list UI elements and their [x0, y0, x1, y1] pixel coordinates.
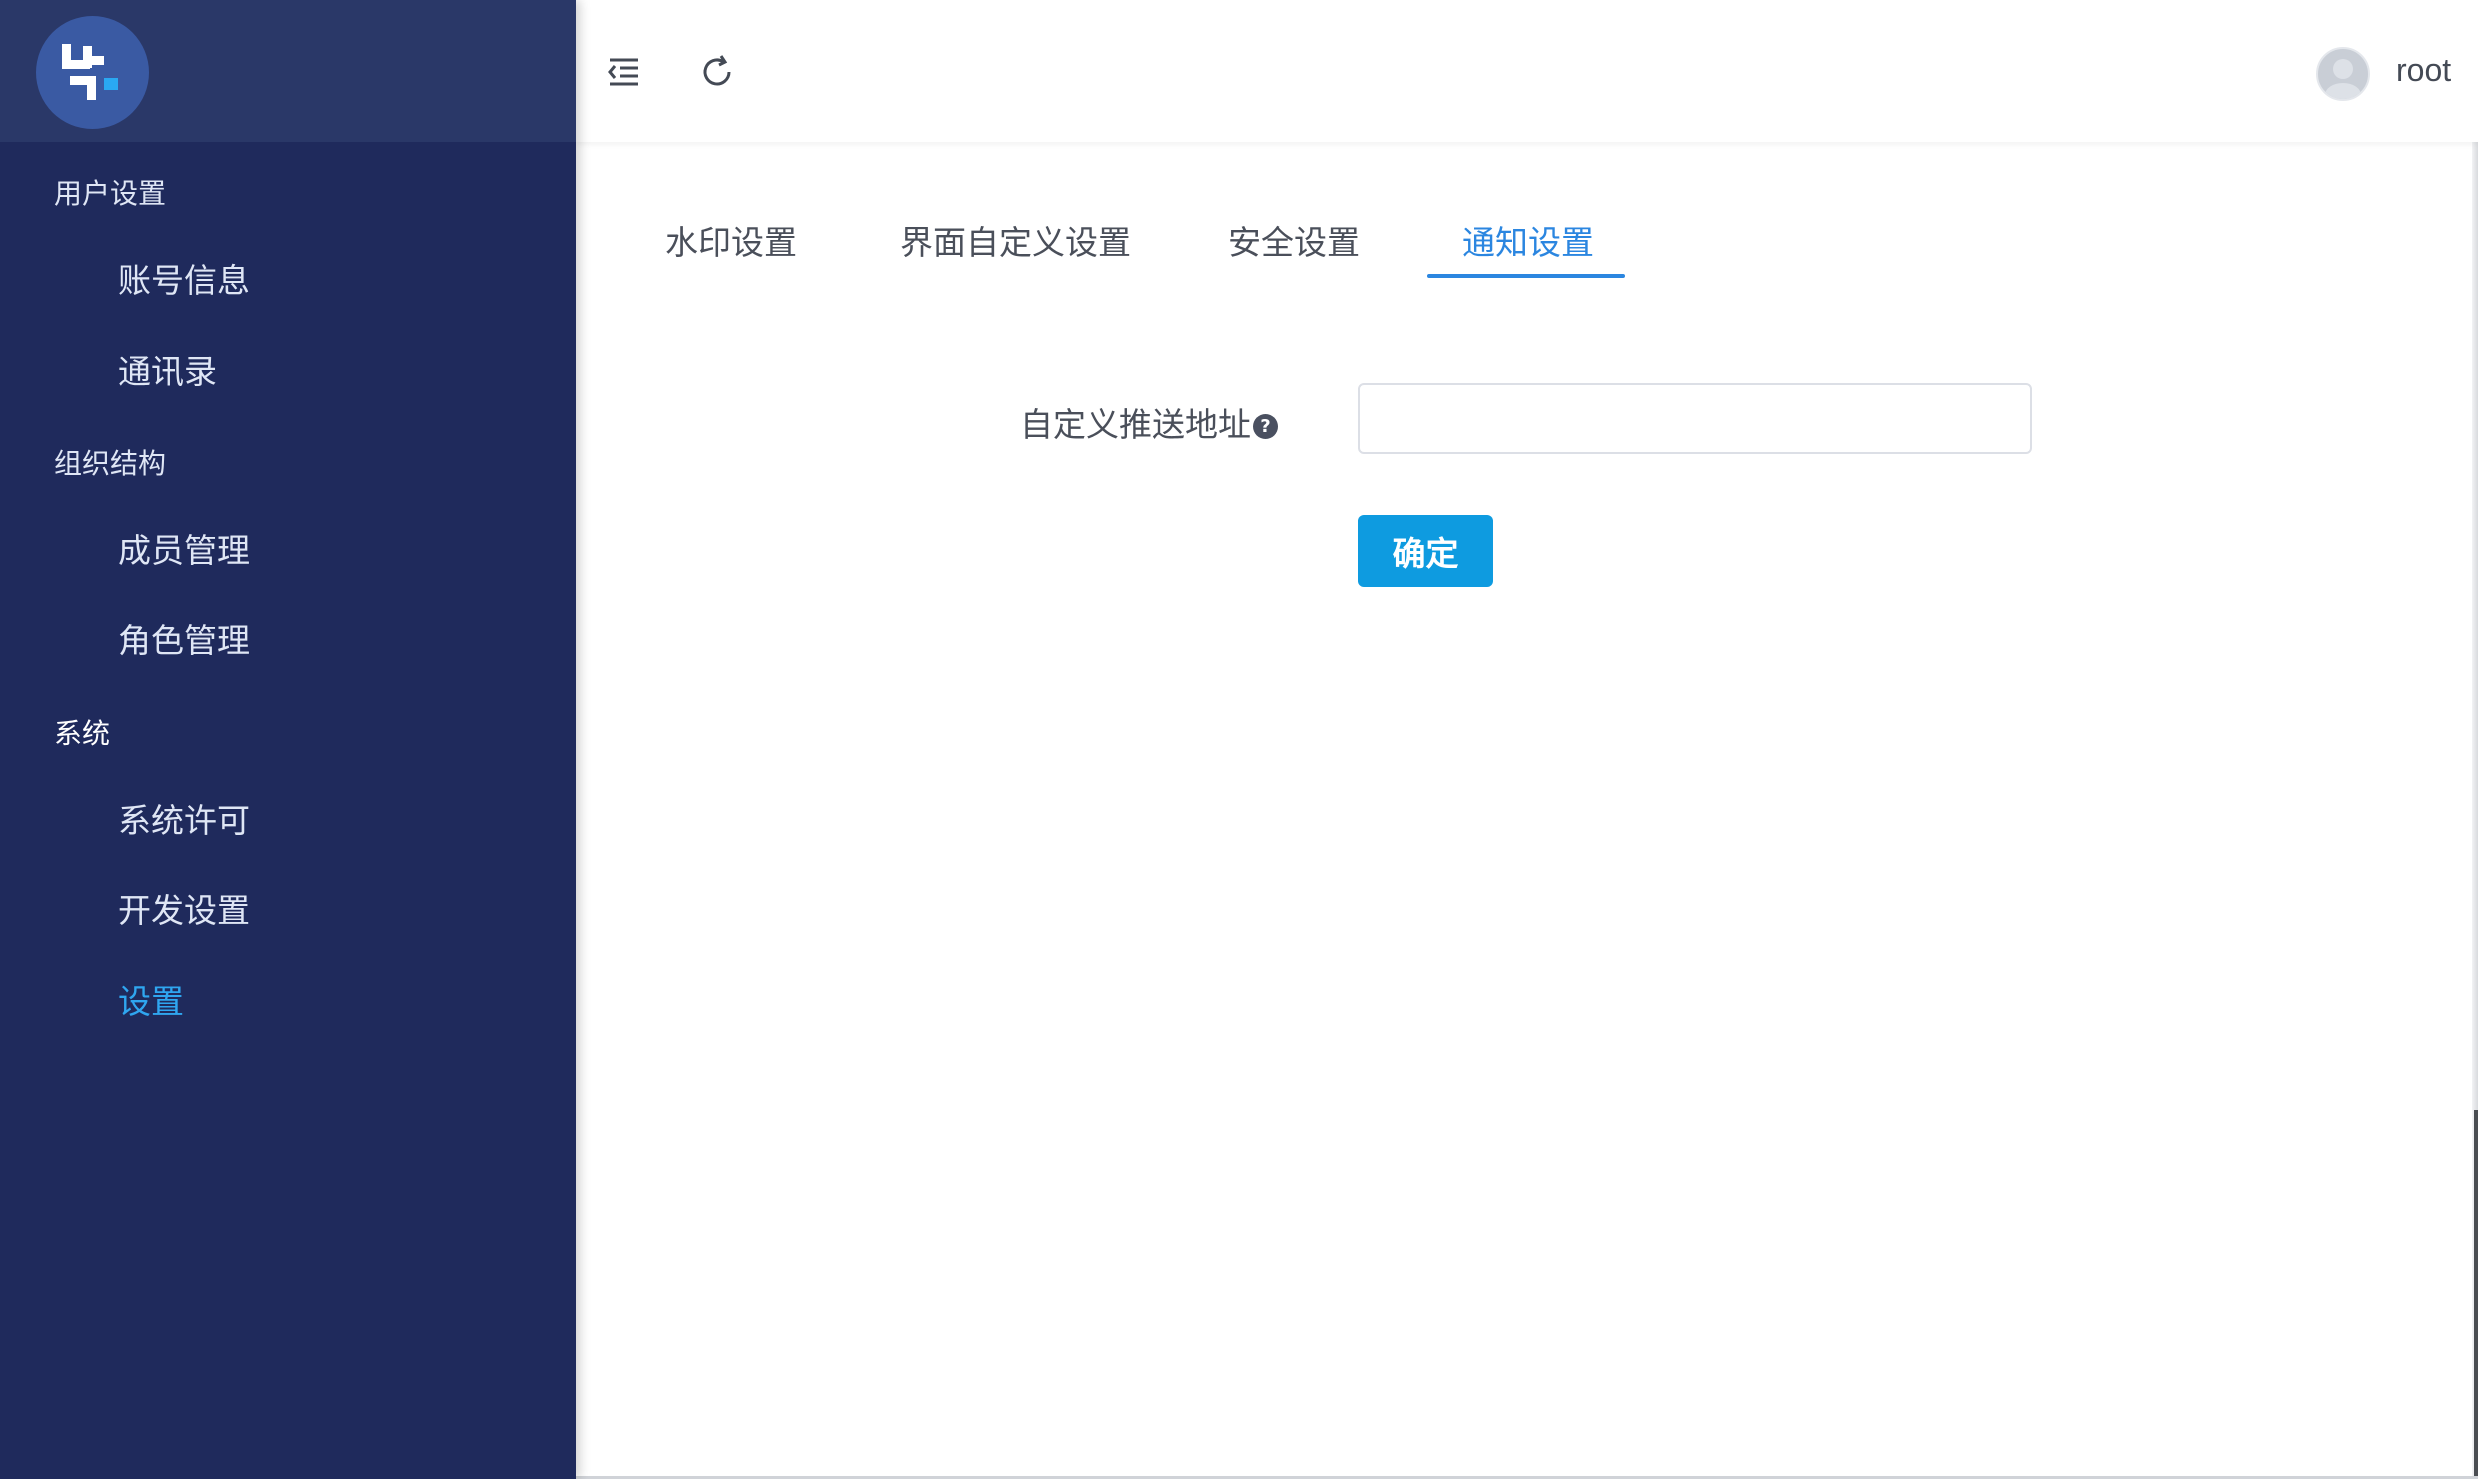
sidebar-item-account-info[interactable]: 账号信息	[118, 254, 250, 302]
tab-notification[interactable]: 通知设置	[1462, 216, 1594, 264]
settings-tabs: 水印设置 界面自定义设置 安全设置 通知设置	[576, 200, 2478, 280]
sidebar-item-contacts[interactable]: 通讯录	[118, 345, 217, 393]
push-url-label-text: 自定义推送地址	[1020, 405, 1251, 444]
sidebar-item-dev-settings[interactable]: 开发设置	[118, 884, 250, 932]
user-avatar-icon	[2325, 59, 2361, 99]
logo-mark-icon	[62, 44, 118, 100]
sidebar-group-system: 系统	[54, 717, 111, 750]
active-tab-indicator	[1427, 274, 1625, 278]
sidebar-item-settings[interactable]: 设置	[118, 975, 184, 1023]
sidebar-group-user-settings: 用户设置	[54, 177, 167, 210]
window-right-edge-shadow	[2474, 1110, 2478, 1479]
sidebar-group-organization: 组织结构	[54, 447, 167, 480]
app-logo[interactable]	[36, 16, 149, 129]
push-url-input[interactable]	[1358, 383, 2032, 454]
top-bar	[576, 0, 2478, 142]
menu-collapse-icon[interactable]	[604, 52, 644, 92]
logo-area	[0, 0, 576, 142]
help-icon[interactable]: ?	[1253, 414, 1278, 439]
tab-watermark[interactable]: 水印设置	[665, 216, 797, 264]
sidebar: 用户设置 账号信息 通讯录 组织结构 成员管理 角色管理 系统 系统许可 开发设…	[0, 0, 576, 1479]
sidebar-item-role-management[interactable]: 角色管理	[118, 614, 250, 662]
push-url-label: 自定义推送地址?	[1020, 398, 1278, 446]
tab-security[interactable]: 安全设置	[1228, 216, 1360, 264]
refresh-icon[interactable]	[697, 52, 737, 92]
username-label[interactable]: root	[2396, 52, 2451, 89]
tab-ui-customization[interactable]: 界面自定义设置	[900, 216, 1131, 264]
sidebar-item-member-management[interactable]: 成员管理	[118, 524, 250, 572]
confirm-button[interactable]: 确定	[1358, 515, 1493, 587]
avatar[interactable]	[2316, 47, 2370, 101]
sidebar-item-system-license[interactable]: 系统许可	[118, 794, 250, 842]
